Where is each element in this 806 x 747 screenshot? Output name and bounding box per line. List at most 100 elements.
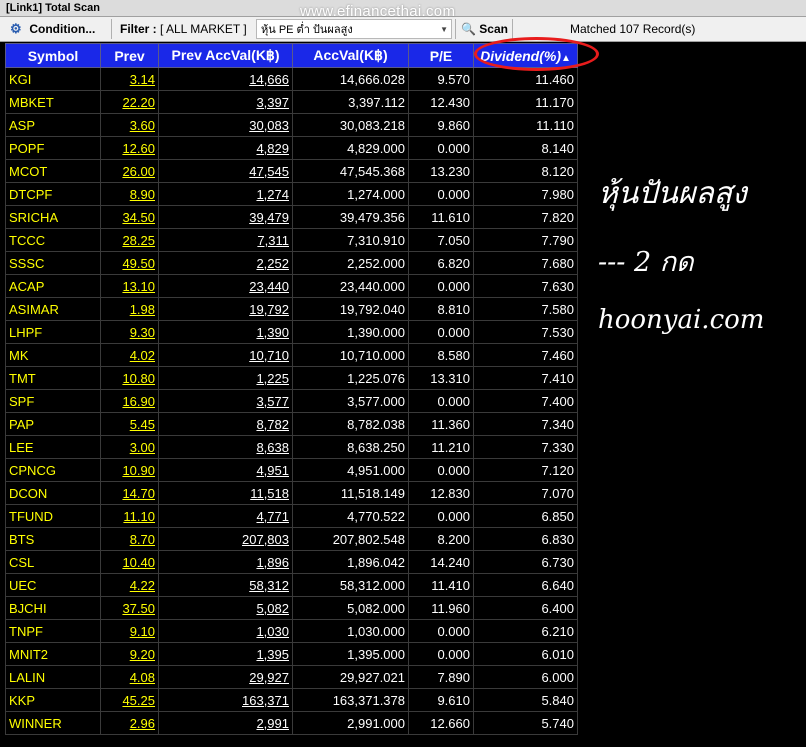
cell-symbol[interactable]: DTCPF: [5, 182, 101, 206]
cell-symbol[interactable]: LHPF: [5, 320, 101, 344]
header-accval[interactable]: AccVal(K฿): [292, 43, 409, 68]
cell-prev[interactable]: 45.25: [100, 688, 159, 712]
cell-prev[interactable]: 8.70: [100, 527, 159, 551]
cell-prev-accval[interactable]: 3,397: [158, 90, 293, 114]
cell-symbol[interactable]: BTS: [5, 527, 101, 551]
cell-prev[interactable]: 3.14: [100, 67, 159, 91]
cell-prev-accval[interactable]: 163,371: [158, 688, 293, 712]
cell-prev[interactable]: 22.20: [100, 90, 159, 114]
cell-symbol[interactable]: TCCC: [5, 228, 101, 252]
cell-symbol[interactable]: LALIN: [5, 665, 101, 689]
table-row[interactable]: BJCHI 37.50 5,082 5,082.000 11.960 6.400: [5, 596, 578, 620]
cell-prev-accval[interactable]: 1,395: [158, 642, 293, 666]
cell-prev[interactable]: 9.20: [100, 642, 159, 666]
cell-prev[interactable]: 28.25: [100, 228, 159, 252]
cell-symbol[interactable]: CPNCG: [5, 458, 101, 482]
table-row[interactable]: MNIT2 9.20 1,395 1,395.000 0.000 6.010: [5, 642, 578, 666]
cell-symbol[interactable]: KKP: [5, 688, 101, 712]
table-row[interactable]: MCOT 26.00 47,545 47,545.368 13.230 8.120: [5, 159, 578, 183]
condition-button[interactable]: ⚙ Condition...: [6, 19, 112, 39]
cell-prev-accval[interactable]: 3,577: [158, 389, 293, 413]
cell-symbol[interactable]: MNIT2: [5, 642, 101, 666]
cell-prev-accval[interactable]: 10,710: [158, 343, 293, 367]
cell-prev-accval[interactable]: 7,311: [158, 228, 293, 252]
cell-symbol[interactable]: MCOT: [5, 159, 101, 183]
cell-prev[interactable]: 3.00: [100, 435, 159, 459]
header-prev[interactable]: Prev: [100, 43, 159, 68]
cell-prev-accval[interactable]: 5,082: [158, 596, 293, 620]
cell-prev-accval[interactable]: 8,782: [158, 412, 293, 436]
cell-symbol[interactable]: LEE: [5, 435, 101, 459]
cell-prev[interactable]: 10.90: [100, 458, 159, 482]
cell-prev[interactable]: 37.50: [100, 596, 159, 620]
cell-prev[interactable]: 14.70: [100, 481, 159, 505]
cell-prev[interactable]: 4.02: [100, 343, 159, 367]
cell-prev-accval[interactable]: 207,803: [158, 527, 293, 551]
cell-prev-accval[interactable]: 58,312: [158, 573, 293, 597]
cell-prev-accval[interactable]: 30,083: [158, 113, 293, 137]
table-row[interactable]: KKP 45.25 163,371 163,371.378 9.610 5.840: [5, 688, 578, 712]
cell-prev-accval[interactable]: 29,927: [158, 665, 293, 689]
table-row[interactable]: TMT 10.80 1,225 1,225.076 13.310 7.410: [5, 366, 578, 390]
cell-symbol[interactable]: KGI: [5, 67, 101, 91]
table-row[interactable]: SSSC 49.50 2,252 2,252.000 6.820 7.680: [5, 251, 578, 275]
cell-symbol[interactable]: SPF: [5, 389, 101, 413]
scan-button[interactable]: 🔍 Scan: [455, 19, 513, 39]
cell-prev-accval[interactable]: 1,225: [158, 366, 293, 390]
cell-prev-accval[interactable]: 39,479: [158, 205, 293, 229]
cell-prev[interactable]: 1.98: [100, 297, 159, 321]
cell-prev[interactable]: 3.60: [100, 113, 159, 137]
cell-prev[interactable]: 11.10: [100, 504, 159, 528]
table-row[interactable]: MBKET 22.20 3,397 3,397.112 12.430 11.170: [5, 90, 578, 114]
cell-prev-accval[interactable]: 2,991: [158, 711, 293, 735]
cell-prev-accval[interactable]: 1,030: [158, 619, 293, 643]
cell-prev-accval[interactable]: 23,440: [158, 274, 293, 298]
cell-prev[interactable]: 8.90: [100, 182, 159, 206]
cell-symbol[interactable]: POPF: [5, 136, 101, 160]
cell-prev-accval[interactable]: 19,792: [158, 297, 293, 321]
cell-prev[interactable]: 9.30: [100, 320, 159, 344]
table-row[interactable]: LALIN 4.08 29,927 29,927.021 7.890 6.000: [5, 665, 578, 689]
table-row[interactable]: TNPF 9.10 1,030 1,030.000 0.000 6.210: [5, 619, 578, 643]
table-row[interactable]: ACAP 13.10 23,440 23,440.000 0.000 7.630: [5, 274, 578, 298]
cell-symbol[interactable]: TNPF: [5, 619, 101, 643]
table-row[interactable]: TFUND 11.10 4,771 4,770.522 0.000 6.850: [5, 504, 578, 528]
table-row[interactable]: BTS 8.70 207,803 207,802.548 8.200 6.830: [5, 527, 578, 551]
cell-prev-accval[interactable]: 1,896: [158, 550, 293, 574]
cell-prev[interactable]: 26.00: [100, 159, 159, 183]
cell-prev[interactable]: 13.10: [100, 274, 159, 298]
cell-prev-accval[interactable]: 4,771: [158, 504, 293, 528]
cell-prev-accval[interactable]: 11,518: [158, 481, 293, 505]
preset-select[interactable]: หุ้น PE ต่ำ ปันผลสูง ▼: [256, 19, 452, 39]
table-row[interactable]: CPNCG 10.90 4,951 4,951.000 0.000 7.120: [5, 458, 578, 482]
table-row[interactable]: LHPF 9.30 1,390 1,390.000 0.000 7.530: [5, 320, 578, 344]
table-row[interactable]: KGI 3.14 14,666 14,666.028 9.570 11.460: [5, 67, 578, 91]
table-row[interactable]: ASP 3.60 30,083 30,083.218 9.860 11.110: [5, 113, 578, 137]
table-row[interactable]: CSL 10.40 1,896 1,896.042 14.240 6.730: [5, 550, 578, 574]
table-row[interactable]: PAP 5.45 8,782 8,782.038 11.360 7.340: [5, 412, 578, 436]
cell-prev-accval[interactable]: 4,829: [158, 136, 293, 160]
table-row[interactable]: UEC 4.22 58,312 58,312.000 11.410 6.640: [5, 573, 578, 597]
cell-symbol[interactable]: ASP: [5, 113, 101, 137]
cell-prev[interactable]: 4.08: [100, 665, 159, 689]
cell-prev-accval[interactable]: 8,638: [158, 435, 293, 459]
cell-prev[interactable]: 49.50: [100, 251, 159, 275]
cell-symbol[interactable]: SSSC: [5, 251, 101, 275]
table-row[interactable]: SPF 16.90 3,577 3,577.000 0.000 7.400: [5, 389, 578, 413]
cell-prev[interactable]: 10.40: [100, 550, 159, 574]
cell-prev[interactable]: 16.90: [100, 389, 159, 413]
filter-market-button[interactable]: [ ALL MARKET ]: [160, 19, 252, 39]
cell-prev-accval[interactable]: 14,666: [158, 67, 293, 91]
table-row[interactable]: WINNER 2.96 2,991 2,991.000 12.660 5.740: [5, 711, 578, 735]
cell-symbol[interactable]: ACAP: [5, 274, 101, 298]
cell-symbol[interactable]: CSL: [5, 550, 101, 574]
cell-prev-accval[interactable]: 1,274: [158, 182, 293, 206]
table-row[interactable]: SRICHA 34.50 39,479 39,479.356 11.610 7.820: [5, 205, 578, 229]
cell-prev[interactable]: 12.60: [100, 136, 159, 160]
cell-symbol[interactable]: BJCHI: [5, 596, 101, 620]
header-dividend[interactable]: Dividend(%)▲: [473, 43, 578, 68]
cell-symbol[interactable]: SRICHA: [5, 205, 101, 229]
cell-prev[interactable]: 34.50: [100, 205, 159, 229]
header-symbol[interactable]: Symbol: [5, 43, 101, 68]
header-prev-accval[interactable]: Prev AccVal(K฿): [158, 43, 293, 68]
